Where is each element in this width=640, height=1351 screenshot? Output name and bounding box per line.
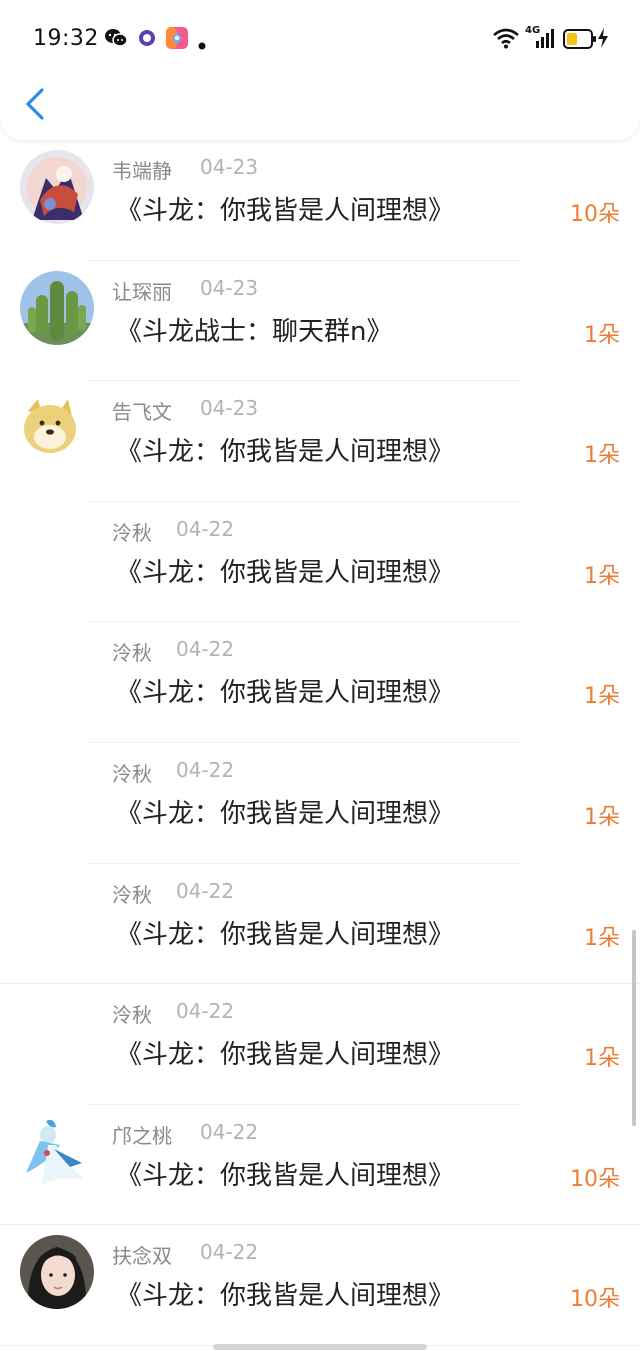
send-date: 04-23	[200, 396, 259, 421]
flower-amount: 10朵	[570, 1287, 620, 1313]
avatar	[20, 1114, 94, 1189]
send-date: 04-22	[176, 878, 235, 903]
avatar	[20, 270, 94, 345]
dot-icon	[198, 35, 206, 54]
send-date: 04-22	[176, 758, 235, 782]
flower-amount: 1朵	[584, 563, 620, 589]
list-item[interactable]: 扶念双 04-22 《斗龙：你我皆是人间理想》 10朵	[0, 1225, 640, 1346]
list-item[interactable]: 泠秋 04-22 《斗龙：你我皆是人间理想》 1朵	[0, 984, 640, 1105]
work-title: 《斗龙战士：聊天群n》	[116, 316, 393, 347]
home-indicator[interactable]	[213, 1344, 427, 1350]
status-time: 19:32	[33, 26, 99, 51]
flower-amount: 10朵	[570, 1166, 620, 1192]
flower-amount: 1朵	[584, 1046, 620, 1072]
send-date: 04-22	[176, 516, 235, 541]
flower-amount: 1朵	[584, 684, 620, 710]
flower-amount: 1朵	[584, 805, 620, 830]
sender-name: 韦端静	[112, 159, 172, 183]
scrollbar[interactable]	[632, 930, 636, 1126]
work-title: 《斗龙：你我皆是人间理想》	[116, 557, 455, 588]
work-title: 《斗龙：你我皆是人间理想》	[116, 799, 455, 829]
sender-name: 邝之桃	[112, 1123, 172, 1148]
charging-icon	[597, 28, 609, 52]
list-item[interactable]: 泠秋 04-22 《斗龙：你我皆是人间理想》 1朵	[0, 502, 640, 623]
back-button[interactable]	[18, 84, 58, 124]
list-item[interactable]: 让琛丽 04-23 《斗龙战士：聊天群n》 1朵	[0, 261, 640, 382]
sender-name: 泠秋	[112, 520, 152, 545]
network-type: 4G	[525, 25, 541, 36]
send-date: 04-23	[200, 275, 259, 300]
send-date: 04-22	[200, 1240, 259, 1265]
wechat-icon	[104, 27, 128, 53]
record-icon	[138, 29, 156, 51]
send-date: 04-22	[176, 637, 235, 662]
list-item[interactable]: 泠秋 04-22 《斗龙：你我皆是人间理想》 1朵	[0, 622, 640, 743]
flower-amount: 1朵	[584, 925, 620, 951]
avatar	[20, 391, 94, 466]
battery-icon	[563, 29, 597, 53]
work-title: 《斗龙：你我皆是人间理想》	[116, 437, 455, 468]
sender-name: 扶念双	[112, 1244, 172, 1269]
list-item[interactable]: 泠秋 04-22 《斗龙：你我皆是人间理想》 1朵	[0, 743, 640, 864]
work-title: 《斗龙：你我皆是人间理想》	[116, 919, 455, 950]
work-title: 《斗龙：你我皆是人间理想》	[116, 196, 455, 226]
flower-amount: 1朵	[584, 322, 620, 348]
wifi-icon	[492, 27, 520, 53]
flower-amount: 1朵	[584, 443, 620, 469]
sender-name: 泠秋	[112, 882, 152, 907]
chevron-left-icon	[26, 88, 44, 120]
list-item[interactable]: 泠秋 04-22 《斗龙：你我皆是人间理想》 1朵	[0, 864, 640, 985]
work-title: 《斗龙：你我皆是人间理想》	[116, 1160, 455, 1191]
flower-amount: 10朵	[570, 202, 620, 227]
send-date: 04-23	[200, 155, 259, 179]
list-item[interactable]: 邝之桃 04-22 《斗龙：你我皆是人间理想》 10朵	[0, 1105, 640, 1226]
list-item[interactable]: 韦端静 04-23 《斗龙：你我皆是人间理想》 10朵	[0, 140, 640, 261]
work-title: 《斗龙：你我皆是人间理想》	[116, 1281, 455, 1312]
avatar	[20, 150, 94, 224]
status-bar: 19:32 4G	[0, 0, 640, 80]
work-title: 《斗龙：你我皆是人间理想》	[116, 678, 455, 709]
sender-name: 泠秋	[112, 762, 152, 786]
send-date: 04-22	[200, 1119, 259, 1144]
list-item[interactable]: 告飞文 04-23 《斗龙：你我皆是人间理想》 1朵	[0, 381, 640, 502]
app-icon	[166, 27, 188, 53]
sender-name: 让琛丽	[112, 279, 172, 304]
send-date: 04-22	[176, 999, 235, 1024]
avatar	[20, 1235, 94, 1310]
sender-name: 泠秋	[112, 641, 152, 666]
work-title: 《斗龙：你我皆是人间理想》	[116, 1040, 455, 1071]
sender-name: 泠秋	[112, 1003, 152, 1028]
top-bar: 19:32 4G	[0, 0, 640, 140]
sender-name: 告飞文	[112, 400, 172, 425]
